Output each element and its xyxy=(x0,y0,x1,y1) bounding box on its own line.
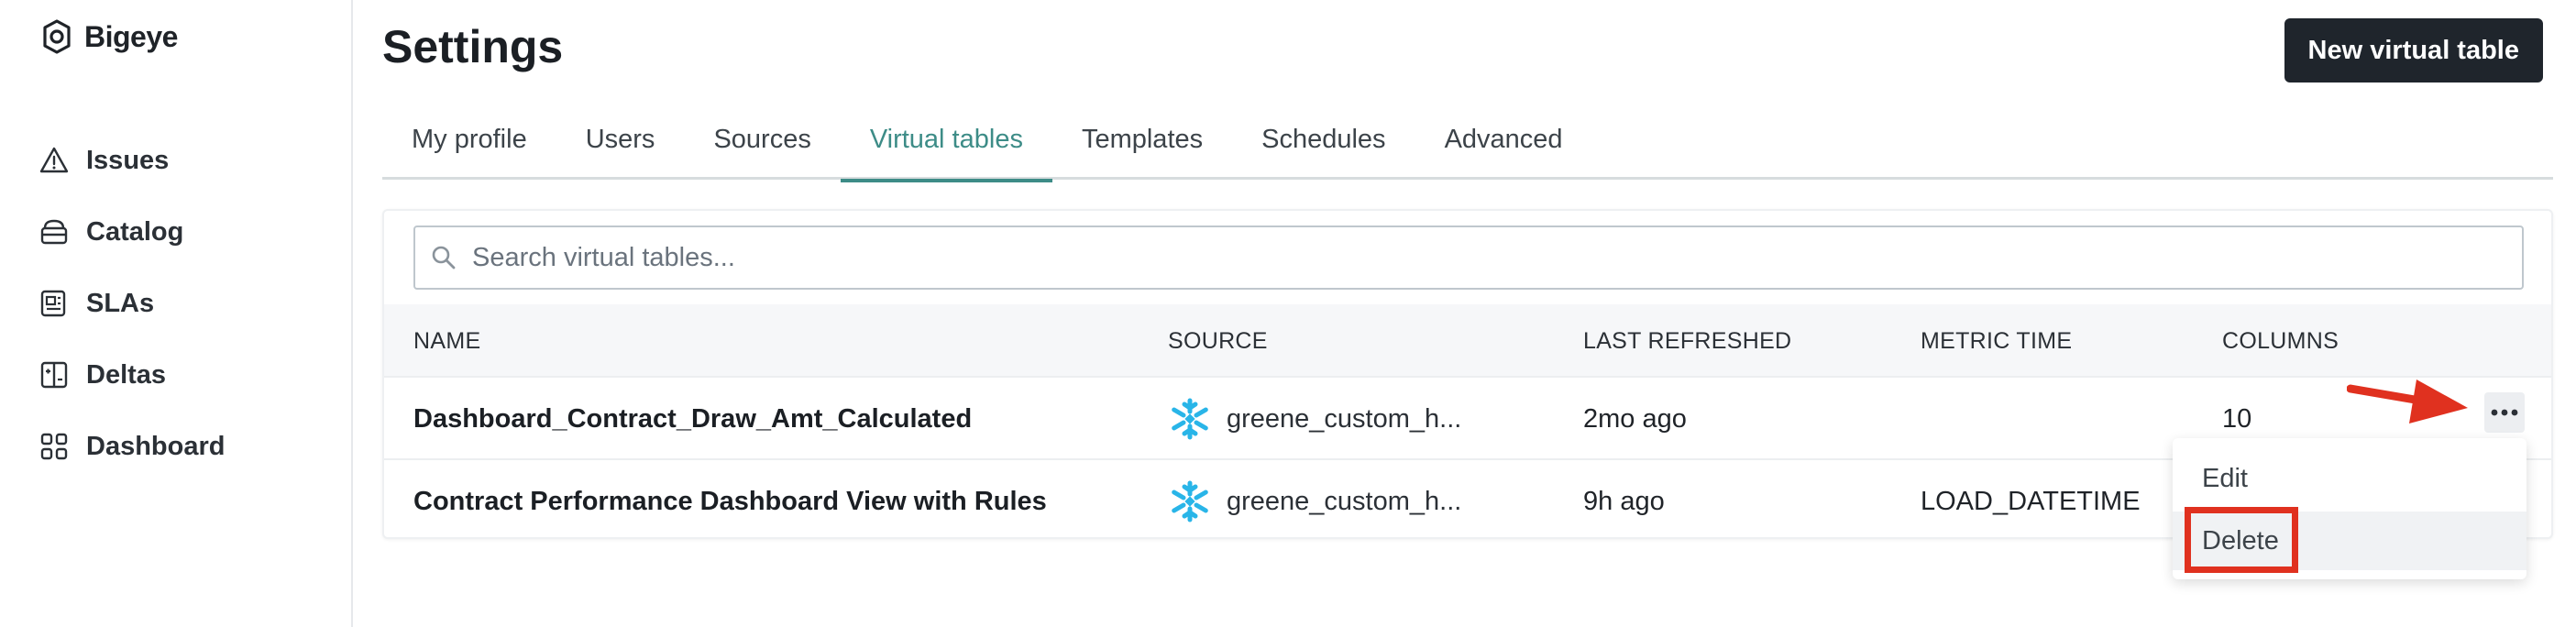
column-header-source[interactable]: SOURCE xyxy=(1168,328,1268,355)
sidebar-item-dashboard[interactable]: Dashboard xyxy=(39,411,225,482)
tab-sources[interactable]: Sources xyxy=(684,112,840,180)
column-header-columns[interactable]: COLUMNS xyxy=(2222,328,2339,355)
row-metric-time: LOAD_DATETIME xyxy=(1921,486,2141,516)
sla-document-icon xyxy=(40,290,66,317)
snowflake-icon xyxy=(1172,398,1208,440)
sidebar-item-deltas[interactable]: Deltas xyxy=(39,339,225,411)
annotation-highlight-box xyxy=(2185,507,2298,573)
column-header-name[interactable]: NAME xyxy=(413,328,480,355)
menu-item-edit[interactable]: Edit xyxy=(2173,449,2526,508)
row-source-label: greene_custom_h... xyxy=(1227,403,1462,434)
tab-my-profile[interactable]: My profile xyxy=(382,112,556,180)
app-name: Bigeye xyxy=(84,19,178,53)
new-virtual-table-button[interactable]: New virtual table xyxy=(2284,18,2543,82)
page-title: Settings xyxy=(382,21,564,72)
sidebar-item-label: Catalog xyxy=(86,216,184,247)
row-name[interactable]: Contract Performance Dashboard View with… xyxy=(413,460,1047,543)
sidebar-item-slas[interactable]: SLAs xyxy=(39,268,225,339)
sidebar-item-label: Deltas xyxy=(86,359,167,390)
row-columns-count: 10 xyxy=(2222,403,2252,434)
tab-advanced[interactable]: Advanced xyxy=(1415,112,1592,180)
row-actions-button[interactable] xyxy=(2484,392,2525,433)
tab-users[interactable]: Users xyxy=(556,112,685,180)
sidebar-nav: Issues Catalog SLAs Deltas Dashboard xyxy=(39,125,225,482)
sidebar: Bigeye Issues Catalog SLAs Deltas Dashbo… xyxy=(0,0,353,627)
row-source-label: greene_custom_h... xyxy=(1227,486,1462,516)
sidebar-item-catalog[interactable]: Catalog xyxy=(39,196,225,268)
snowflake-icon xyxy=(1172,480,1208,522)
warning-triangle-icon xyxy=(39,147,69,173)
row-source: greene_custom_h... xyxy=(1168,460,1461,543)
search-icon xyxy=(432,246,456,270)
annotation-arrow-icon xyxy=(2347,380,2468,424)
row-source: greene_custom_h... xyxy=(1168,378,1461,460)
row-last-refreshed: 2mo ago xyxy=(1583,403,1687,434)
column-header-metric-time[interactable]: METRIC TIME xyxy=(1921,328,2072,355)
bigeye-logo[interactable]: Bigeye xyxy=(39,16,178,57)
deltas-icon xyxy=(40,361,68,389)
tab-templates[interactable]: Templates xyxy=(1052,112,1232,180)
column-header-last-refreshed[interactable]: LAST REFRESHED xyxy=(1583,328,1791,355)
more-horizontal-icon xyxy=(2491,409,2518,416)
search-input[interactable] xyxy=(470,241,2522,274)
search-box xyxy=(413,226,2524,290)
database-icon xyxy=(40,219,68,245)
sidebar-item-label: SLAs xyxy=(86,288,155,318)
sidebar-item-issues[interactable]: Issues xyxy=(39,125,225,196)
tab-schedules[interactable]: Schedules xyxy=(1232,112,1415,180)
app-window: Bigeye Issues Catalog SLAs Deltas Dashbo… xyxy=(0,0,2576,627)
row-name[interactable]: Dashboard_Contract_Draw_Amt_Calculated xyxy=(413,378,972,460)
tab-virtual-tables[interactable]: Virtual tables xyxy=(840,112,1053,182)
table-header: NAME SOURCE LAST REFRESHED METRIC TIME C… xyxy=(384,304,2551,378)
dashboard-grid-icon xyxy=(40,433,68,460)
settings-tabs: My profile Users Sources Virtual tables … xyxy=(382,112,2553,182)
row-last-refreshed: 9h ago xyxy=(1583,486,1665,516)
sidebar-item-label: Dashboard xyxy=(86,431,226,461)
sidebar-item-label: Issues xyxy=(86,145,170,175)
bigeye-logo-icon xyxy=(43,19,71,54)
